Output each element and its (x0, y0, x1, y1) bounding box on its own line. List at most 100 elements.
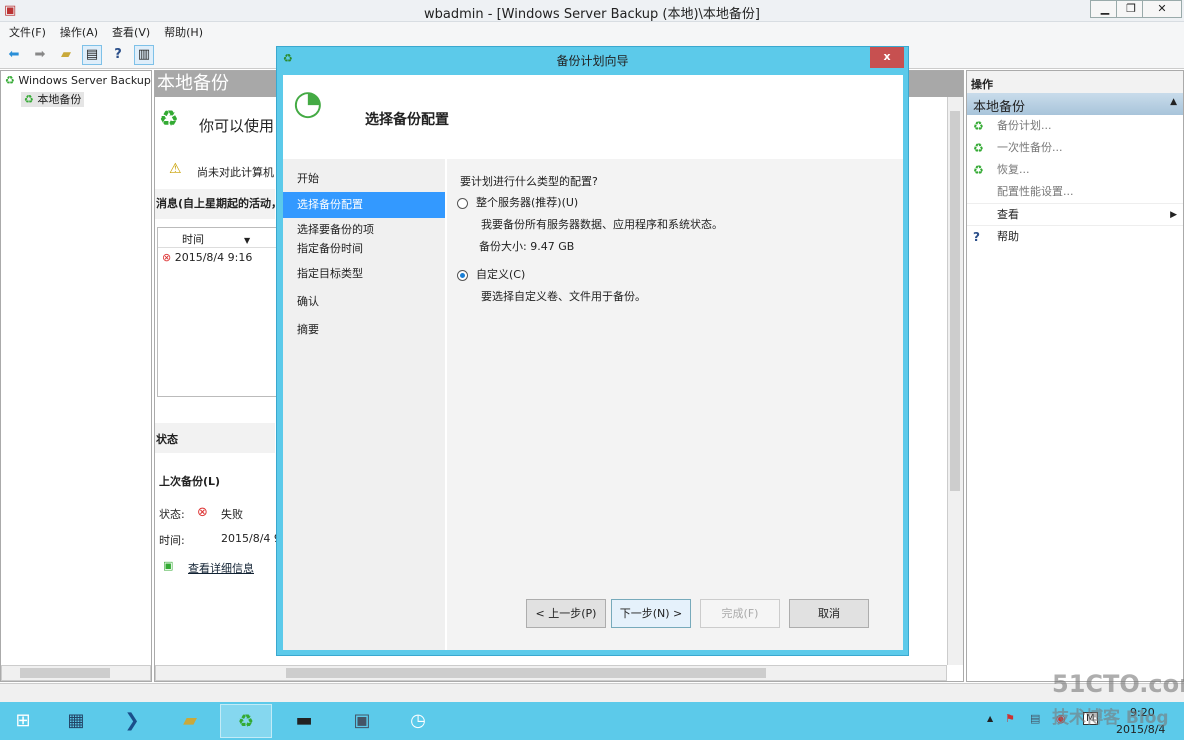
step-select-config[interactable]: 选择备份配置 (283, 192, 445, 218)
action-label: 恢复... (997, 163, 1030, 176)
error-icon: ⊗ (162, 251, 172, 264)
show-actions-icon[interactable]: ▥ (134, 45, 154, 65)
watermark-subtitle: 技术博客 Blog (1052, 708, 1169, 728)
action-label: 帮助 (997, 230, 1019, 243)
finish-button[interactable]: 完成(F) (700, 599, 780, 628)
backup-schedule-wizard: ♻ 备份计划向导 x ◔ 选择备份配置 开始 选择备份配置 选择要备份的项 指定… (276, 46, 909, 656)
help-icon[interactable]: ? (108, 45, 128, 65)
tree-item-label: 本地备份 (37, 93, 82, 106)
submenu-arrow-icon: ▶ (1170, 210, 1177, 220)
actions-section-local-backup[interactable]: 本地备份 ▲ (967, 93, 1183, 115)
powershell-icon[interactable]: ❯ (106, 704, 158, 738)
action-label: 配置性能设置... (997, 185, 1074, 198)
menu-bar: 文件(F) 操作(A) 查看(V) 帮助(H) (0, 22, 1184, 42)
view-details-link[interactable]: 查看详细信息 (188, 560, 254, 576)
action-configure-performance[interactable]: 配置性能设置... (967, 181, 1183, 203)
action-backup-once[interactable]: ♻ 一次性备份... (967, 137, 1183, 159)
show-hidden-icons[interactable]: ▲ (987, 714, 993, 723)
backup-drive-icon: ♻ (159, 107, 179, 132)
radio-full-server[interactable] (457, 197, 468, 209)
tree-hscrollbar[interactable] (1, 665, 151, 681)
action-center-icon[interactable]: ⚑ (1005, 712, 1015, 725)
forward-icon[interactable]: ➡ (30, 45, 50, 65)
actions-pane: 操作 本地备份 ▲ ♻ 备份计划... ♻ 一次性备份... ♻ 恢复... 配置性能设… (966, 70, 1184, 682)
close-button[interactable]: ✕ (1142, 0, 1182, 18)
status-header: 状态 (155, 423, 275, 453)
option-label: 自定义(C) (476, 268, 526, 281)
main-hscrollbar[interactable] (155, 665, 947, 681)
status-value: 失败 (221, 508, 243, 521)
menu-file[interactable]: 文件(F) (9, 24, 46, 40)
time-label: 时间: (159, 534, 185, 547)
error-icon: ⊗ (197, 505, 208, 520)
network-icon[interactable]: ▤ (1030, 712, 1040, 725)
server-manager-icon[interactable]: ▦ (50, 704, 102, 738)
option-label: 整个服务器(推荐)(U) (476, 196, 579, 209)
last-backup-label: 上次备份(L) (159, 475, 221, 488)
step-summary[interactable]: 摘要 (283, 317, 445, 343)
messages-table: 时间 ▼ ⊗ 2015/8/4 9:16 (157, 227, 277, 397)
window-title: wbadmin - [Windows Server Backup (本地)\本地… (424, 7, 760, 22)
cancel-button[interactable]: 取消 (789, 599, 869, 628)
option-full-server[interactable]: 整个服务器(推荐)(U) (457, 194, 578, 210)
start-button[interactable]: ⊞ (0, 704, 46, 738)
step-select-items[interactable]: 选择要备份的项 (283, 221, 445, 239)
dialog-close-button[interactable]: x (870, 47, 904, 68)
action-recover[interactable]: ♻ 恢复... (967, 159, 1183, 181)
help-icon: ? (973, 230, 980, 244)
actions-header: 操作 (967, 71, 1183, 93)
messages-header: 消息(自上星期起的活动， (155, 189, 275, 219)
clock-app-icon[interactable]: ◷ (392, 704, 444, 738)
option-custom[interactable]: 自定义(C) (457, 266, 525, 282)
table-row[interactable]: ⊗ 2015/8/4 9:16 (158, 248, 276, 267)
section-label: 本地备份 (973, 100, 1026, 115)
collapse-icon[interactable]: ▲ (1170, 97, 1177, 107)
step-start[interactable]: 开始 (283, 166, 445, 192)
main-vscrollbar[interactable] (947, 97, 963, 665)
back-icon[interactable]: ⬅ (4, 45, 24, 65)
watermark-logo: 51CTO.com (1052, 670, 1184, 698)
full-server-description: 我要备份所有服务器数据、应用程序和系统状态。 (481, 218, 723, 231)
column-header-time[interactable]: 时间 ▼ (158, 228, 276, 248)
status-label: 状态: (159, 508, 185, 521)
dialog-body: ◔ 选择备份配置 开始 选择备份配置 选择要备份的项 指定备份时间 指定目标类型… (283, 75, 903, 650)
action-help[interactable]: ? 帮助 (967, 225, 1183, 247)
dialog-title: 备份计划向导 (556, 54, 629, 68)
intro-text: 你可以使用 (199, 117, 275, 135)
warning-text: 尚未对此计算机 (197, 166, 274, 179)
tree-root-label: Windows Server Backup (18, 74, 151, 87)
action-label: 一次性备份... (997, 141, 1063, 154)
recover-icon: ♻ (973, 163, 984, 177)
status-bar (0, 683, 1184, 702)
windows-server-backup-taskbar-icon[interactable]: ♻ (220, 704, 272, 738)
wizard-content: 要计划进行什么类型的配置? 整个服务器(推荐)(U) 我要备份所有服务器数据、应… (447, 159, 903, 650)
step-target-type[interactable]: 指定目标类型 (283, 261, 445, 287)
action-view[interactable]: 查看 ▶ (967, 203, 1183, 225)
step-confirm[interactable]: 确认 (283, 289, 445, 315)
menu-view[interactable]: 查看(V) (112, 24, 150, 40)
previous-button[interactable]: < 上一步(P) (526, 599, 606, 628)
backup-icon: ♻ (5, 74, 15, 87)
column-label: 时间 (182, 233, 204, 246)
next-button[interactable]: 下一步(N) > (611, 599, 691, 628)
action-backup-schedule[interactable]: ♻ 备份计划... (967, 115, 1183, 137)
action-label: 备份计划... (997, 119, 1052, 132)
backup-once-icon: ♻ (973, 141, 984, 155)
menu-action[interactable]: 操作(A) (60, 24, 98, 40)
tree-root[interactable]: ♻ Windows Server Backup (1, 71, 151, 90)
question-text: 要计划进行什么类型的配置? (460, 175, 598, 188)
tree-item-local-backup[interactable]: ♻ 本地备份 (1, 90, 151, 108)
title-bar: ▣ wbadmin - [Windows Server Backup (本地)\… (0, 0, 1184, 22)
menu-help[interactable]: 帮助(H) (164, 24, 203, 40)
time-value: 2015/8/4 9 (221, 532, 281, 545)
show-tree-icon[interactable]: ▤ (82, 45, 102, 65)
file-explorer-icon[interactable]: ▰ (164, 704, 216, 738)
command-prompt-icon[interactable]: ▬ (278, 704, 330, 738)
up-folder-icon[interactable]: ▰ (56, 45, 76, 65)
step-backup-time[interactable]: 指定备份时间 (283, 239, 445, 259)
backup-size: 备份大小: 9.47 GB (479, 240, 575, 253)
sort-icon: ▼ (244, 236, 251, 245)
radio-custom[interactable] (457, 269, 468, 281)
tree-pane: ♻ Windows Server Backup ♻ 本地备份 (0, 70, 152, 682)
remote-desktop-icon[interactable]: ▣ (336, 704, 388, 738)
